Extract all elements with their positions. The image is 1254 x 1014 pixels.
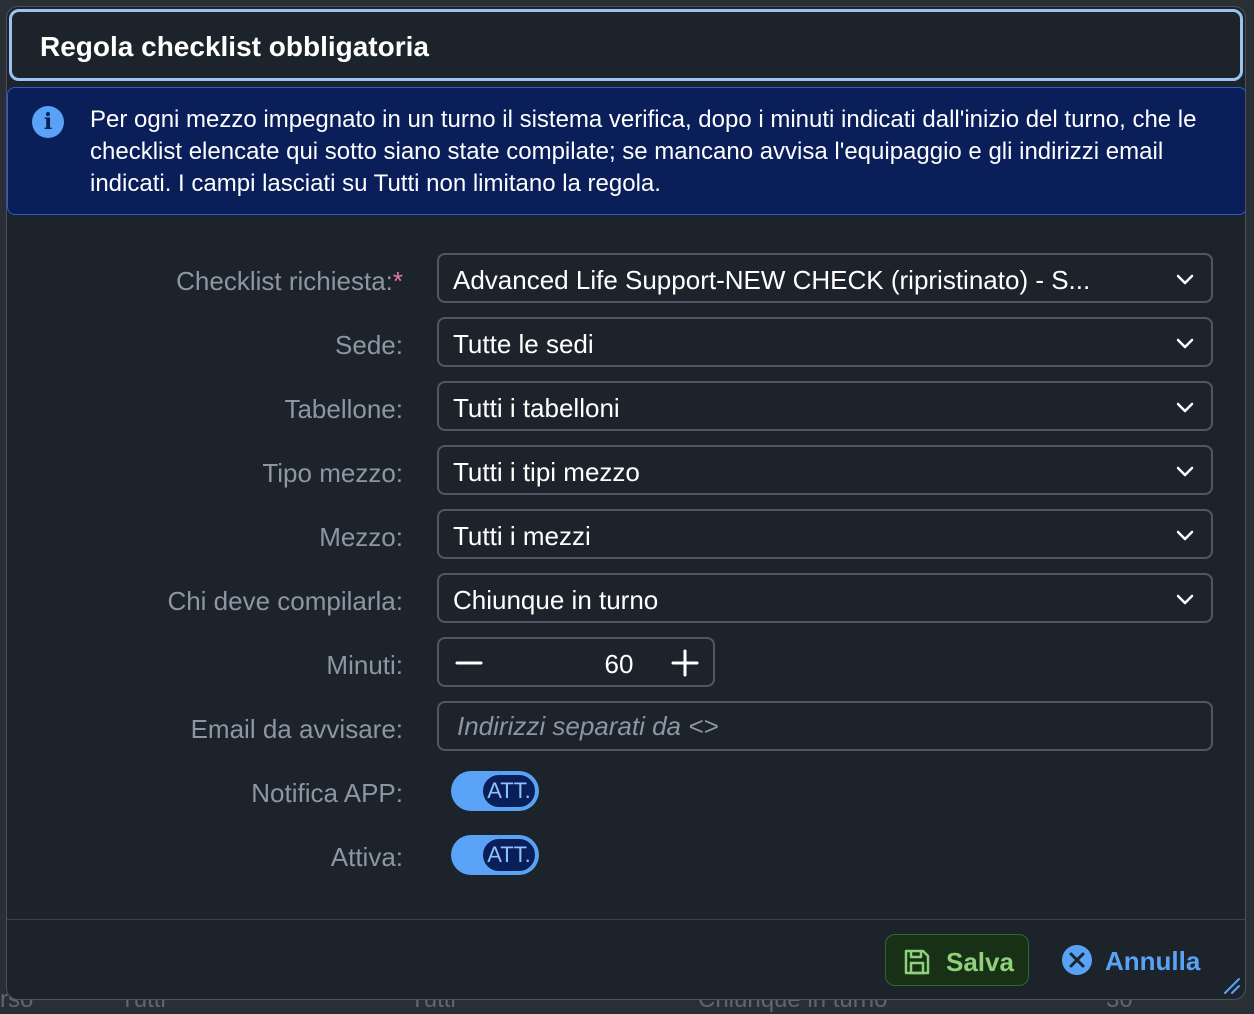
checklist-select[interactable]: Advanced Life Support-NEW CHECK (riprist… <box>437 253 1213 303</box>
minus-icon[interactable] <box>453 647 485 679</box>
info-message: i Per ogni mezzo impegnato in un turno i… <box>7 87 1245 215</box>
footer-divider <box>7 919 1245 920</box>
rule-dialog: Regola checklist obbligatoria i Per ogni… <box>6 6 1246 1000</box>
resize-handle-icon[interactable] <box>1219 973 1241 995</box>
notifica-app-label: Notifica APP: <box>251 778 403 808</box>
chevron-down-icon <box>1176 274 1194 285</box>
row-attiva: Attiva: ATT. <box>7 829 1245 881</box>
row-checklist: Checklist richiesta:* Advanced Life Supp… <box>7 253 1245 305</box>
cancel-button[interactable]: Annulla <box>1059 934 1209 986</box>
checklist-label: Checklist richiesta:* <box>176 266 403 296</box>
cancel-label: Annulla <box>1105 946 1201 976</box>
minuti-stepper[interactable]: 60 <box>437 637 715 687</box>
tipo-mezzo-label: Tipo mezzo: <box>262 458 403 488</box>
email-field[interactable] <box>437 701 1213 751</box>
tipo-mezzo-value: Tutti i tipi mezzo <box>453 457 640 487</box>
row-tipo-mezzo: Tipo mezzo: Tutti i tipi mezzo <box>7 445 1245 497</box>
sede-label: Sede: <box>335 330 403 360</box>
row-minuti: Minuti: 60 <box>7 637 1245 689</box>
mezzo-value: Tutti i mezzi <box>453 521 591 551</box>
dialog-header: Regola checklist obbligatoria <box>9 9 1243 81</box>
chevron-down-icon <box>1176 530 1194 541</box>
row-tabellone: Tabellone: Tutti i tabelloni <box>7 381 1245 433</box>
info-text: Per ogni mezzo impegnato in un turno il … <box>90 106 1197 197</box>
row-notifica-app: Notifica APP: ATT. <box>7 765 1245 817</box>
row-email: Email da avvisare: <box>7 701 1245 753</box>
chi-label: Chi deve compilarla: <box>167 586 403 616</box>
chi-value: Chiunque in turno <box>453 585 659 615</box>
save-button[interactable]: Salva <box>885 934 1029 986</box>
minuti-value[interactable]: 60 <box>589 649 649 680</box>
chevron-down-icon <box>1176 402 1194 413</box>
tipo-mezzo-select[interactable]: Tutti i tipi mezzo <box>437 445 1213 495</box>
tabellone-select[interactable]: Tutti i tabelloni <box>437 381 1213 431</box>
toggle-state: ATT. <box>481 773 537 809</box>
toggle-state: ATT. <box>481 837 537 873</box>
chevron-down-icon <box>1176 338 1194 349</box>
email-label: Email da avvisare: <box>190 714 403 744</box>
required-mark: * <box>392 266 403 296</box>
dialog-title: Regola checklist obbligatoria <box>40 31 429 62</box>
mezzo-select[interactable]: Tutti i mezzi <box>437 509 1213 559</box>
checklist-value: Advanced Life Support-NEW CHECK (riprist… <box>453 265 1091 295</box>
chevron-down-icon <box>1176 466 1194 477</box>
sede-select[interactable]: Tutte le sedi <box>437 317 1213 367</box>
chevron-down-icon <box>1176 594 1194 605</box>
chi-select[interactable]: Chiunque in turno <box>437 573 1213 623</box>
attiva-toggle[interactable]: ATT. <box>451 835 539 875</box>
notifica-app-toggle[interactable]: ATT. <box>451 771 539 811</box>
attiva-label: Attiva: <box>330 842 403 872</box>
row-chi: Chi deve compilarla: Chiunque in turno <box>7 573 1245 625</box>
close-circle-icon <box>1062 945 1092 975</box>
row-mezzo: Mezzo: Tutti i mezzi <box>7 509 1245 561</box>
mezzo-label: Mezzo: <box>319 522 403 552</box>
row-sede: Sede: Tutte le sedi <box>7 317 1245 369</box>
tabellone-label: Tabellone: <box>284 394 403 424</box>
info-icon: i <box>32 106 64 138</box>
minuti-label: Minuti: <box>326 650 403 680</box>
save-icon <box>904 949 930 975</box>
plus-icon[interactable] <box>669 647 701 679</box>
save-label: Salva <box>946 947 1014 977</box>
sede-value: Tutte le sedi <box>453 329 594 359</box>
tabellone-value: Tutti i tabelloni <box>453 393 620 423</box>
